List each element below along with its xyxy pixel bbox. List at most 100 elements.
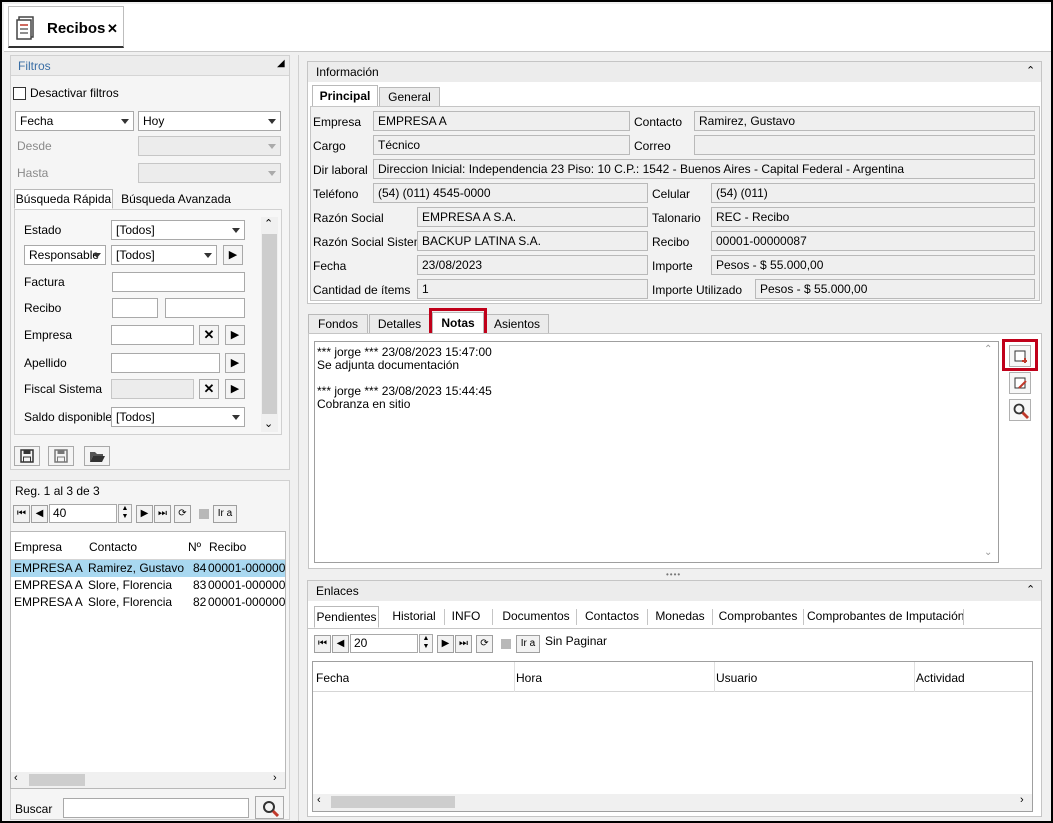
document-tab-recibos[interactable]: Recibos ✕ bbox=[8, 6, 124, 48]
links-refresh-icon[interactable]: ⟳ bbox=[476, 635, 493, 653]
telefono-field[interactable]: (54) (011) 4545-0000 bbox=[373, 183, 648, 203]
links-next-page-button[interactable]: ▶ bbox=[437, 635, 454, 653]
links-stop-icon[interactable] bbox=[501, 639, 511, 649]
scroll-up-icon[interactable]: ⌃ bbox=[264, 217, 273, 230]
scroll-right-icon[interactable]: › bbox=[1020, 794, 1024, 806]
importe-utilizado-field[interactable]: Pesos - $ 55.000,00 bbox=[755, 279, 1035, 299]
tab-monedas[interactable]: Monedas bbox=[651, 606, 709, 628]
table-row[interactable]: EMPRESA A Ramirez, Gustavo 84 00001-0000… bbox=[11, 560, 285, 577]
fecha-field[interactable]: 23/08/2023 bbox=[417, 255, 648, 275]
hasta-date-input[interactable] bbox=[138, 163, 281, 183]
talonario-field[interactable]: REC - Recibo bbox=[711, 207, 1035, 227]
tab-busqueda-rapida[interactable]: Búsqueda Rápida bbox=[14, 189, 113, 209]
tab-contactos[interactable]: Contactos bbox=[580, 606, 644, 628]
tab-documentos[interactable]: Documentos bbox=[500, 606, 572, 628]
col-usuario[interactable]: Usuario bbox=[716, 671, 757, 685]
close-icon[interactable]: ✕ bbox=[107, 21, 118, 37]
stop-icon[interactable] bbox=[199, 509, 209, 519]
records-scroll-thumb[interactable] bbox=[29, 774, 85, 786]
tab-comprobantes[interactable]: Comprobantes bbox=[716, 606, 800, 628]
col-recibo[interactable]: Recibo bbox=[209, 540, 246, 554]
col-empresa[interactable]: Empresa bbox=[14, 540, 62, 554]
save-filter-button[interactable] bbox=[14, 446, 40, 466]
tab-busqueda-avanzada[interactable]: Búsqueda Avanzada bbox=[116, 189, 236, 209]
last-page-button[interactable]: ⏭ bbox=[154, 505, 171, 523]
tab-general[interactable]: General bbox=[379, 87, 440, 107]
estado-select[interactable]: [Todos] bbox=[111, 220, 245, 240]
importe-field[interactable]: Pesos - $ 55.000,00 bbox=[711, 255, 1035, 275]
cantidad-items-field[interactable]: 1 bbox=[417, 279, 648, 299]
col-actividad[interactable]: Actividad bbox=[916, 671, 965, 685]
tab-asientos[interactable]: Asientos bbox=[485, 314, 549, 334]
clear-fiscal-icon[interactable]: ✕ bbox=[199, 379, 219, 399]
collapse-icon[interactable]: ◢ bbox=[277, 58, 285, 69]
empresa-next-button[interactable]: ▶ bbox=[225, 325, 245, 345]
factura-input[interactable] bbox=[112, 272, 245, 292]
razon-social-field[interactable]: EMPRESA A S.A. bbox=[417, 207, 648, 227]
apellido-input[interactable] bbox=[111, 353, 220, 373]
records-hscrollbar[interactable]: ‹ › bbox=[11, 772, 285, 788]
links-goto-button[interactable]: Ir a bbox=[516, 635, 540, 653]
links-page-size-spinner[interactable]: ▲ ▼ bbox=[419, 634, 433, 653]
date-field-select[interactable]: Fecha bbox=[15, 111, 134, 131]
dir-laboral-field[interactable]: Direccion Inicial: Independencia 23 Piso… bbox=[373, 159, 1035, 179]
open-filter-button[interactable] bbox=[84, 446, 110, 466]
links-first-page-button[interactable]: ⏮ bbox=[314, 635, 331, 653]
clear-empresa-icon[interactable]: ✕ bbox=[199, 325, 219, 345]
filters-scrollbar[interactable]: ⌃ ⌄ bbox=[261, 217, 278, 432]
prev-page-button[interactable]: ◀ bbox=[31, 505, 48, 523]
view-note-button[interactable] bbox=[1009, 399, 1031, 421]
tab-principal[interactable]: Principal bbox=[312, 85, 378, 107]
deactivate-filters-checkbox[interactable] bbox=[13, 87, 26, 100]
table-row[interactable]: EMPRESA A Slore, Florencia 83 00001-0000… bbox=[11, 577, 285, 594]
links-hscrollbar[interactable]: ‹ › bbox=[313, 794, 1032, 811]
tab-info[interactable]: INFO bbox=[446, 606, 486, 628]
scroll-right-icon[interactable]: › bbox=[273, 772, 277, 784]
tab-comprobantes-imputacion[interactable]: Comprobantes de Imputación bbox=[807, 606, 964, 628]
col-nro[interactable]: Nº bbox=[188, 540, 201, 554]
tab-pendientes[interactable]: Pendientes bbox=[314, 606, 379, 628]
splitter-grip[interactable]: •••• bbox=[666, 570, 681, 579]
goto-button[interactable]: Ir a bbox=[213, 505, 237, 523]
edit-note-button[interactable] bbox=[1009, 372, 1031, 394]
collapse-up-icon[interactable]: ⌃ bbox=[1026, 64, 1035, 77]
date-period-select[interactable]: Hoy bbox=[138, 111, 281, 131]
empresa-field[interactable]: EMPRESA A bbox=[373, 111, 630, 131]
col-fecha[interactable]: Fecha bbox=[316, 671, 349, 685]
apellido-next-button[interactable]: ▶ bbox=[225, 353, 245, 373]
links-prev-page-button[interactable]: ◀ bbox=[332, 635, 349, 653]
links-scroll-thumb[interactable] bbox=[331, 796, 455, 808]
recibo-field[interactable]: 00001-00000087 bbox=[711, 231, 1035, 251]
filters-scroll-thumb[interactable] bbox=[262, 234, 277, 414]
scroll-down-icon[interactable]: ⌄ bbox=[264, 417, 273, 430]
search-button[interactable] bbox=[255, 796, 284, 819]
col-contacto[interactable]: Contacto bbox=[89, 540, 137, 554]
tab-detalles[interactable]: Detalles bbox=[369, 314, 430, 334]
tab-historial[interactable]: Historial bbox=[386, 606, 442, 628]
desde-date-input[interactable] bbox=[138, 136, 281, 156]
tab-fondos[interactable]: Fondos bbox=[308, 314, 368, 334]
table-row[interactable]: EMPRESA A Slore, Florencia 82 00001-0000… bbox=[11, 594, 285, 611]
scroll-left-icon[interactable]: ‹ bbox=[14, 772, 18, 784]
links-page-size-input[interactable]: 20 bbox=[350, 634, 418, 653]
responsable-value-select[interactable]: [Todos] bbox=[111, 245, 217, 265]
next-page-button[interactable]: ▶ bbox=[136, 505, 153, 523]
empresa-input[interactable] bbox=[111, 325, 194, 345]
recibo-punto-input[interactable] bbox=[112, 298, 158, 318]
notes-list[interactable]: ⌃ ⌄ bbox=[314, 341, 999, 563]
fiscal-next-button[interactable]: ▶ bbox=[225, 379, 245, 399]
celular-field[interactable]: (54) (011) bbox=[711, 183, 1035, 203]
notes-scroll-up-icon[interactable]: ⌃ bbox=[984, 344, 992, 355]
page-size-spinner[interactable]: ▲ ▼ bbox=[118, 504, 132, 523]
scroll-left-icon[interactable]: ‹ bbox=[317, 794, 321, 806]
cargo-field[interactable]: Técnico bbox=[373, 135, 630, 155]
first-page-button[interactable]: ⏮ bbox=[13, 505, 30, 523]
responsable-next-button[interactable]: ▶ bbox=[223, 245, 243, 265]
links-last-page-button[interactable]: ⏭ bbox=[455, 635, 472, 653]
responsable-select[interactable]: Responsable bbox=[24, 245, 106, 265]
collapse-up-icon[interactable]: ⌃ bbox=[1026, 583, 1035, 596]
refresh-icon[interactable]: ⟳ bbox=[174, 505, 191, 523]
save-as-filter-button[interactable] bbox=[48, 446, 74, 466]
col-hora[interactable]: Hora bbox=[516, 671, 542, 685]
fiscal-sistema-input[interactable] bbox=[111, 379, 194, 399]
